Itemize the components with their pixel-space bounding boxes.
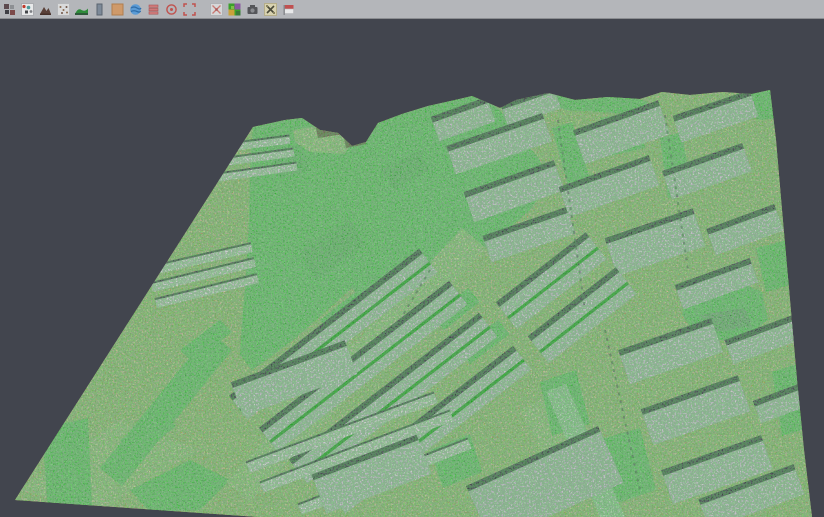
measure-cross-icon[interactable] [262,1,279,18]
terrain-icon[interactable] [73,1,90,18]
crosshair-icon[interactable] [208,1,225,18]
scatter-points-icon[interactable] [55,1,72,18]
toolbar [0,0,824,19]
classify-points-icon[interactable] [19,1,36,18]
globe-icon[interactable] [127,1,144,18]
profile-bar-icon[interactable] [91,1,108,18]
toolbar-separator [199,1,208,18]
zoom-extents-icon[interactable] [181,1,198,18]
point-cloud-viewport[interactable] [0,20,824,517]
camera-icon[interactable] [244,1,261,18]
point-cloud-scene [0,20,824,517]
target-icon[interactable] [163,1,180,18]
layer-stack-icon[interactable] [145,1,162,18]
ground-patch-icon[interactable] [109,1,126,18]
select-points-icon[interactable] [1,1,18,18]
classification-palette-icon[interactable] [226,1,243,18]
flag-icon[interactable] [280,1,297,18]
mountain-icon[interactable] [37,1,54,18]
